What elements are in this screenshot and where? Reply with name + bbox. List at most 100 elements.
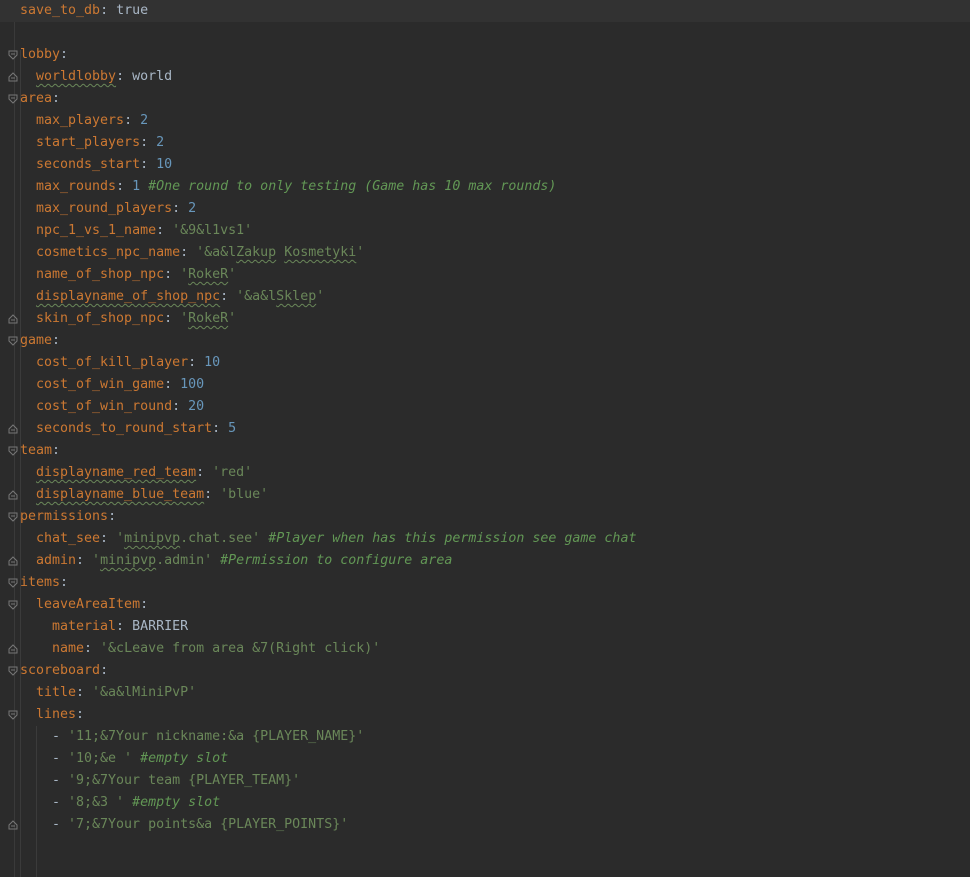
fold-open-icon[interactable] [8,336,18,346]
fold-open-icon[interactable] [8,666,18,676]
code-content: cost_of_kill_player: 10 [36,352,220,374]
code-line[interactable]: displayname_red_team: 'red' [0,462,970,484]
code-line[interactable]: displayname_blue_team: 'blue' [0,484,970,506]
yaml-value: ' [228,311,237,326]
code-line[interactable]: - '11;&7Your nickname:&a {PLAYER_NAME}' [0,726,970,748]
code-line[interactable]: worldlobby: world [0,66,970,88]
list-dash: - [52,773,69,788]
yaml-comment: #empty slot [140,751,229,766]
fold-end-icon[interactable] [8,314,18,324]
yaml-value: minipvp [124,531,181,546]
yaml-key: npc_1_vs_1_name [36,223,157,238]
code-content: npc_1_vs_1_name: '&9&l1vs1' [36,220,252,242]
yaml-colon: : [84,641,101,656]
code-content: name_of_shop_npc: 'RokeR' [36,264,236,286]
code-line[interactable]: - '8;&3 ' #empty slot [0,792,970,814]
yaml-value: ' [180,311,189,326]
code-line[interactable]: lines: [0,704,970,726]
yaml-key: items [20,575,61,590]
code-line[interactable]: max_players: 2 [0,110,970,132]
yaml-key: cost_of_win_game [36,377,165,392]
code-content: admin: 'minipvp.admin' #Permission to co… [36,550,452,572]
code-line[interactable]: items: [0,572,970,594]
code-content: seconds_start: 10 [36,154,172,176]
code-line[interactable]: displayname_of_shop_npc: '&a&lSklep' [0,286,970,308]
code-line[interactable]: lobby: [0,44,970,66]
code-line[interactable]: seconds_to_round_start: 5 [0,418,970,440]
code-line[interactable]: cost_of_win_round: 20 [0,396,970,418]
yaml-colon: : [140,157,157,172]
code-line[interactable]: name: '&cLeave from area &7(Right click)… [0,638,970,660]
code-line[interactable]: permissions: [0,506,970,528]
fold-end-icon[interactable] [8,490,18,500]
yaml-key: cost_of_kill_player [36,355,189,370]
code-line[interactable]: name_of_shop_npc: 'RokeR' [0,264,970,286]
code-line[interactable]: scoreboard: [0,660,970,682]
fold-end-icon[interactable] [8,556,18,566]
code-content: permissions: [20,506,124,528]
fold-open-icon[interactable] [8,446,18,456]
code-line[interactable]: team: [0,440,970,462]
code-line[interactable]: skin_of_shop_npc: 'RokeR' [0,308,970,330]
yaml-colon: : [124,113,141,128]
fold-open-icon[interactable] [8,512,18,522]
yaml-value: '&a&l [196,245,237,260]
fold-end-icon[interactable] [8,424,18,434]
fold-end-icon[interactable] [8,72,18,82]
code-line[interactable]: cost_of_win_game: 100 [0,374,970,396]
code-line[interactable]: - '9;&7Your team {PLAYER_TEAM}' [0,770,970,792]
code-line[interactable]: seconds_start: 10 [0,154,970,176]
code-line[interactable]: game: [0,330,970,352]
code-line[interactable] [0,22,970,44]
code-content: - '11;&7Your nickname:&a {PLAYER_NAME}' [52,726,364,748]
fold-end-icon[interactable] [8,644,18,654]
code-line[interactable]: leaveAreaItem: [0,594,970,616]
code-line[interactable]: area: [0,88,970,110]
code-content: team: [20,440,68,462]
yaml-key: name_of_shop_npc [36,267,165,282]
code-content: items: [20,572,76,594]
code-content: title: '&a&lMiniPvP' [36,682,196,704]
code-line[interactable]: - '10;&e ' #empty slot [0,748,970,770]
code-line[interactable]: max_rounds: 1 #One round to only testing… [0,176,970,198]
yaml-value: ' [228,267,237,282]
code-content: max_players: 2 [36,110,148,132]
yaml-key: lobby [20,47,61,62]
code-line[interactable]: - '7;&7Your points&a {PLAYER_POINTS}' [0,814,970,836]
yaml-key: material [52,619,117,634]
fold-open-icon[interactable] [8,710,18,720]
fold-open-icon[interactable] [8,600,18,610]
yaml-value: 'blue' [220,487,269,502]
code-line[interactable]: title: '&a&lMiniPvP' [0,682,970,704]
code-line[interactable]: material: BARRIER [0,616,970,638]
code-line[interactable]: save_to_db: true [0,0,970,22]
yaml-key: max_players [36,113,125,128]
yaml-value: ' [356,245,365,260]
code-line[interactable]: cost_of_kill_player: 10 [0,352,970,374]
code-editor[interactable]: save_to_db: true lobby: worldlobby: world… [0,0,970,877]
list-dash: - [52,817,69,832]
code-content: max_round_players: 2 [36,198,196,220]
fold-end-icon[interactable] [8,820,18,830]
code-line[interactable]: admin: 'minipvp.admin' #Permission to co… [0,550,970,572]
yaml-value: 2 [140,113,149,128]
code-line[interactable]: npc_1_vs_1_name: '&9&l1vs1' [0,220,970,242]
yaml-value: 2 [188,201,197,216]
yaml-colon: : [172,399,189,414]
yaml-value: ' [116,531,125,546]
code-line[interactable]: start_players: 2 [0,132,970,154]
code-content: start_players: 2 [36,132,164,154]
fold-open-icon[interactable] [8,94,18,104]
fold-open-icon[interactable] [8,578,18,588]
yaml-value: Zakup [236,245,277,260]
code-line[interactable]: cosmetics_npc_name: '&a&lZakup Kosmetyki… [0,242,970,264]
yaml-colon: : [116,179,133,194]
code-content: - '9;&7Your team {PLAYER_TEAM}' [52,770,300,792]
code-line[interactable]: max_round_players: 2 [0,198,970,220]
fold-open-icon[interactable] [8,50,18,60]
code-line[interactable]: chat_see: 'minipvp.chat.see' #Player whe… [0,528,970,550]
code-lines[interactable]: save_to_db: true lobby: worldlobby: world… [0,0,970,836]
yaml-value: Kosmetyki [284,245,357,260]
